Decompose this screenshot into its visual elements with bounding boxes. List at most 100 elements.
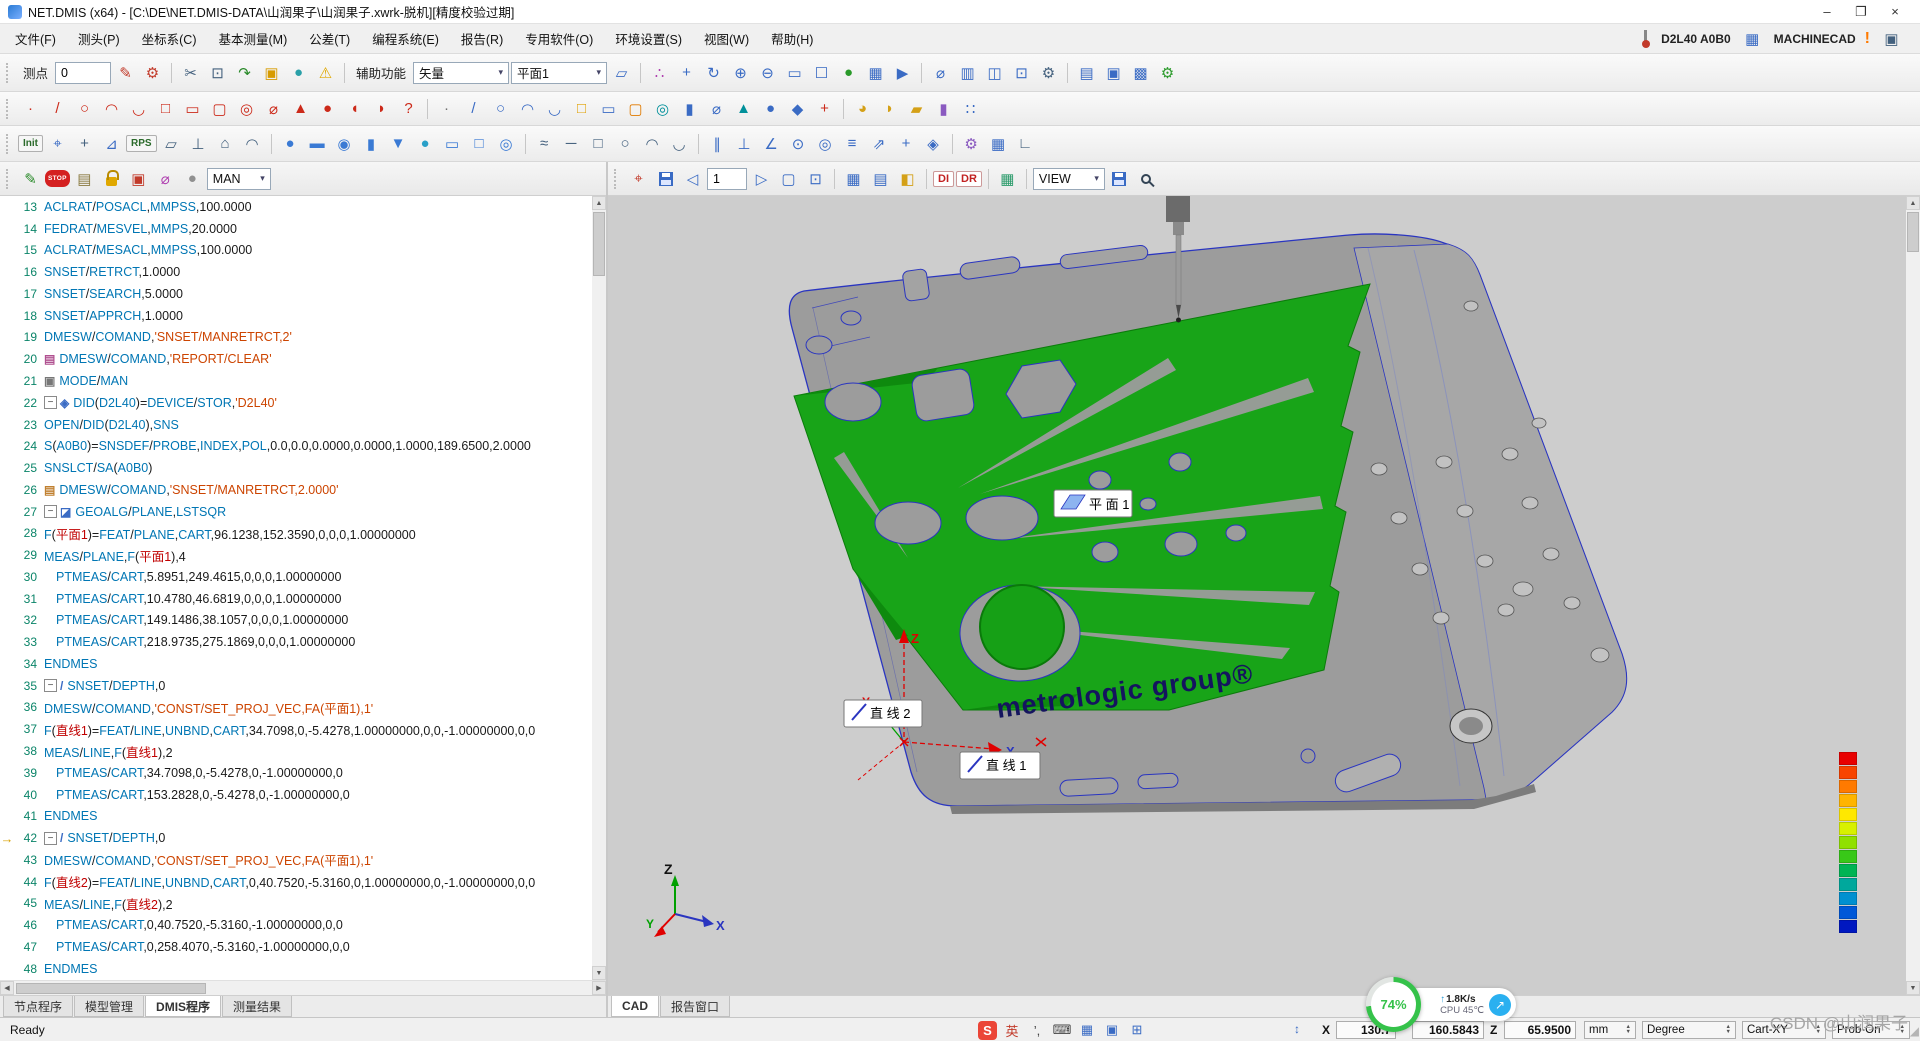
cad-arc2-icon[interactable]: ◡ — [542, 97, 567, 121]
code-line[interactable]: 27− ◪ GEOALG/PLANE,LSTSQR — [0, 501, 592, 523]
scroll-left-icon[interactable]: ◀ — [0, 981, 14, 995]
capture-icon[interactable]: ⊡ — [1009, 61, 1034, 85]
zoom-in-icon[interactable]: ⊕ — [728, 61, 753, 85]
cut-icon[interactable]: ✂ — [178, 61, 203, 85]
vector-plane-icon[interactable]: ▱ — [609, 61, 634, 85]
dmis-editor[interactable]: 13 ACLRAT/POSACL,MMPSS,100.0000 14 FEDRAT/M… — [0, 196, 606, 980]
panel-tab[interactable]: CAD — [611, 996, 659, 1017]
geo-segment-icon[interactable]: ◗ — [369, 97, 394, 121]
cad-roundrect-icon[interactable]: ▢ — [623, 97, 648, 121]
points-icon[interactable]: ∴ — [647, 61, 672, 85]
code-line[interactable]: 32 PTMEAS/CART,149.1486,38.1057,0,0,0,1.0… — [0, 610, 592, 632]
surface-icon[interactable]: ◕ — [850, 97, 875, 121]
code-line[interactable]: 47 PTMEAS/CART,0,258.4070,-5.3160,-1.0000… — [0, 936, 592, 958]
scroll-up-icon[interactable]: ▲ — [592, 196, 606, 210]
surface-trim-icon[interactable]: ◗ — [877, 97, 902, 121]
zoom-fit-icon[interactable]: ☐ — [809, 61, 834, 85]
panel-tab[interactable]: 模型管理 — [74, 996, 145, 1017]
code-line[interactable]: 22− ◈ DID(D2L40)=DEVICE/STOR,'D2L40' — [0, 392, 592, 414]
scroll-thumb[interactable] — [593, 212, 605, 276]
feature-cylinder-icon[interactable]: ▮ — [359, 132, 384, 156]
code-line[interactable]: 41 ENDMES — [0, 805, 592, 827]
cad-rect-icon[interactable]: □ — [569, 97, 594, 121]
pan-icon[interactable]: + — [674, 61, 699, 85]
cad-cross-icon[interactable]: + — [812, 97, 837, 121]
edge-arc-icon[interactable]: ◠ — [640, 132, 665, 156]
geo-circle-icon[interactable]: ○ — [72, 97, 97, 121]
edge-arc2-icon[interactable]: ◡ — [667, 132, 692, 156]
geo-slot-icon[interactable]: ▭ — [180, 97, 205, 121]
menu-item[interactable]: 视图(W) — [693, 28, 760, 50]
panel-tab[interactable]: 节点程序 — [3, 996, 74, 1017]
menu-item[interactable]: 报告(R) — [450, 28, 514, 50]
corner-icon[interactable]: ∟ — [1013, 132, 1038, 156]
code-line[interactable]: 17 SNSET/SEARCH,5.0000 — [0, 283, 592, 305]
report-grid-icon[interactable]: ▤ — [1074, 61, 1099, 85]
cad-slot-icon[interactable]: ▭ — [596, 97, 621, 121]
copy-icon[interactable]: ⊡ — [205, 61, 230, 85]
code-line[interactable]: 40 PTMEAS/CART,153.2828,0,-5.4278,0,-1.00… — [0, 784, 592, 806]
machine-label[interactable]: MACHINECAD — [1774, 32, 1856, 46]
close-button[interactable]: × — [1878, 4, 1912, 20]
code-line[interactable]: 33 PTMEAS/CART,218.9735,275.1869,0,0,0,1.… — [0, 631, 592, 653]
cad-line-icon[interactable]: / — [461, 97, 486, 121]
save-view-icon[interactable] — [653, 167, 678, 191]
code-line[interactable]: 26 ▤ DMESW/COMAND,'SNSET/MANRETRCT,2.0000' — [0, 479, 592, 501]
dr-button[interactable]: DR — [956, 170, 982, 187]
geo-arc-icon[interactable]: ◠ — [99, 97, 124, 121]
cad-viewport[interactable]: metrologic group® Z Y X — [608, 196, 1906, 995]
code-line[interactable]: 46 PTMEAS/CART,0,40.7520,-5.3160,-1.00000… — [0, 914, 592, 936]
search-icon[interactable] — [1134, 167, 1159, 191]
symmetry-icon[interactable]: ≡ — [840, 132, 865, 156]
align-plane-icon[interactable]: ▱ — [159, 132, 184, 156]
cad-prism-icon[interactable]: ◆ — [785, 97, 810, 121]
align-axis-icon[interactable]: ⊥ — [186, 132, 211, 156]
active-probe-label[interactable]: D2L40 A0B0 — [1661, 32, 1731, 46]
code-line[interactable]: 21 ▣ MODE/MAN — [0, 370, 592, 392]
editor-hscroll[interactable]: ◀ ▶ — [0, 980, 606, 995]
layers-icon[interactable]: ◫ — [982, 61, 1007, 85]
fold-toggle[interactable]: − — [44, 831, 57, 845]
probe-edit-icon[interactable]: ✎ — [113, 61, 138, 85]
feature-cone-icon[interactable]: ▼ — [386, 132, 411, 156]
matrix-icon[interactable]: ∷ — [958, 97, 983, 121]
perpendicular-icon[interactable]: ⊥ — [732, 132, 757, 156]
probe-pos-icon[interactable]: ⌖ — [626, 167, 651, 191]
intersect-icon[interactable]: + — [894, 132, 919, 156]
editor-vscroll[interactable]: ▲ ▼ — [592, 196, 606, 980]
ime-keyboard-icon[interactable]: ⌨ — [1052, 1020, 1072, 1040]
ime-board-icon[interactable]: ▦ — [1077, 1020, 1097, 1040]
coaxial-icon[interactable]: ◎ — [813, 132, 838, 156]
memory-gauge[interactable]: 74% — [1366, 977, 1421, 1032]
gears-icon[interactable]: ⚙ — [1155, 61, 1180, 85]
surface-patch-icon[interactable]: ▰ — [904, 97, 929, 121]
angle-icon[interactable]: ∠ — [759, 132, 784, 156]
monitor-icon[interactable]: ▣ — [1101, 61, 1126, 85]
code-line[interactable]: 35− / SNSET/DEPTH,0 — [0, 675, 592, 697]
sphere-tool-icon[interactable]: ● — [286, 61, 311, 85]
cedian-input[interactable] — [55, 61, 112, 84]
feature-label-line2[interactable]: 直 线 2 — [843, 699, 923, 728]
probe-comp-icon[interactable]: ⚙ — [959, 132, 984, 156]
geo-help-icon[interactable]: ? — [396, 97, 421, 121]
edge-rect-icon[interactable]: □ — [586, 132, 611, 156]
code-line[interactable]: 34 ENDMES — [0, 653, 592, 675]
code-line[interactable]: 18 SNSET/APPRCH,1.0000 — [0, 305, 592, 327]
edge-line-icon[interactable]: ─ — [559, 132, 584, 156]
code-line[interactable]: 31 PTMEAS/CART,10.4780,46.6819,0,0,0,1.00… — [0, 588, 592, 610]
code-line[interactable]: 15 ACLRAT/MESACL,MMPSS,100.0000 — [0, 240, 592, 262]
geo-rect-icon[interactable]: □ — [153, 97, 178, 121]
menu-item[interactable]: 坐标系(C) — [131, 28, 208, 50]
geo-sphere-icon[interactable]: ● — [315, 97, 340, 121]
rps-button[interactable]: RPS — [126, 135, 157, 152]
cad-point-icon[interactable]: · — [434, 97, 459, 121]
parallel-icon[interactable]: ∥ — [705, 132, 730, 156]
cad-torus-icon[interactable]: ◎ — [650, 97, 675, 121]
page-input[interactable] — [707, 167, 747, 190]
fold-toggle[interactable]: − — [44, 396, 57, 410]
panel-tab[interactable]: DMIS程序 — [145, 996, 222, 1017]
feature-line-icon[interactable]: ▬ — [305, 132, 330, 156]
code-line[interactable]: 13 ACLRAT/POSACL,MMPSS,100.0000 — [0, 196, 592, 218]
mode-select[interactable]: MAN ▾ — [206, 167, 271, 190]
scroll-up-icon[interactable]: ▲ — [1906, 196, 1920, 210]
